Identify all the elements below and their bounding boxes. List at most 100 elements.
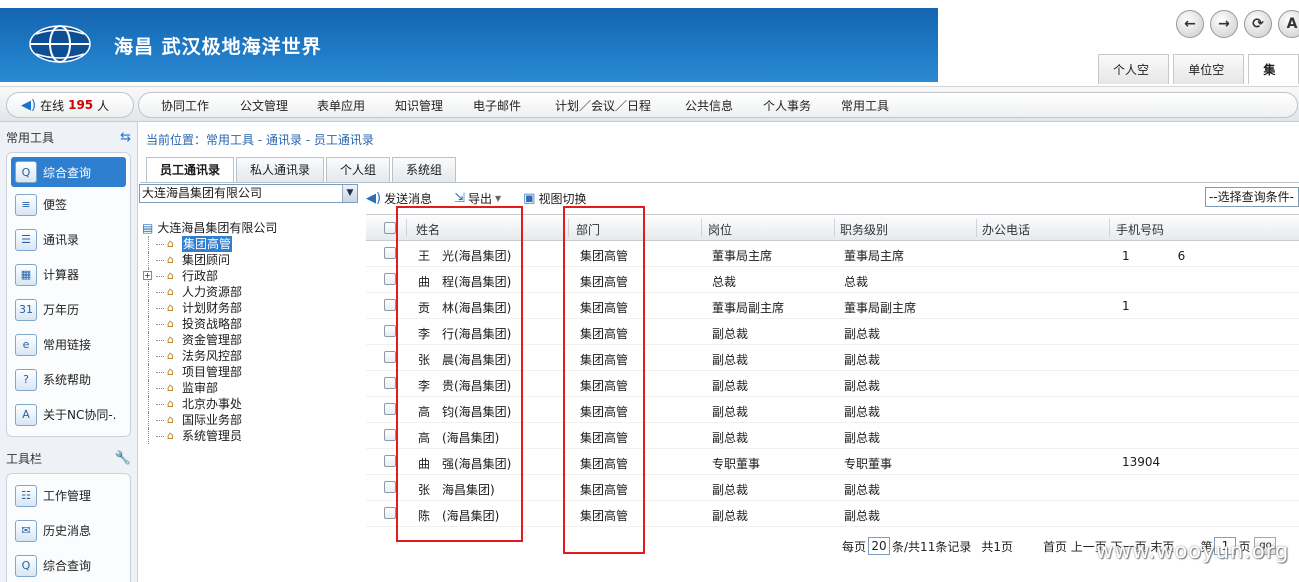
- cell-level: 副总裁: [844, 353, 881, 367]
- row-checkbox[interactable]: [384, 481, 396, 493]
- toolbar-title: 工具栏: [6, 451, 43, 466]
- menu-email[interactable]: 电子邮件: [473, 97, 555, 114]
- refresh-icon[interactable]: ⟳: [1244, 10, 1272, 38]
- banner: 海昌 武汉极地海洋世界: [0, 8, 938, 82]
- menu-collab[interactable]: 协同工作: [161, 97, 240, 114]
- col-post[interactable]: 岗位: [708, 221, 732, 238]
- tab-system-group[interactable]: 系统组: [392, 157, 457, 183]
- menu-knowledge[interactable]: 知识管理: [395, 97, 473, 114]
- tree-node[interactable]: ⌂ 法务风控部: [142, 348, 277, 364]
- switch-view-button[interactable]: ▣ 视图切换: [523, 190, 586, 207]
- query-condition-select[interactable]: --选择查询条件--: [1205, 187, 1299, 222]
- query-icon: Q: [15, 161, 37, 183]
- header: 海昌 武汉极地海洋世界 ← → ⟳ A 个人空间 单位空间 集团: [0, 0, 1299, 107]
- folder-icon: ⌂: [167, 365, 174, 378]
- forward-icon[interactable]: →: [1210, 10, 1238, 38]
- tab-group-space[interactable]: 集团: [1248, 54, 1299, 107]
- menu-personal[interactable]: 个人事务: [763, 97, 841, 114]
- row-checkbox[interactable]: [384, 325, 396, 337]
- tree-node[interactable]: ⌂ 监审部: [142, 380, 277, 396]
- col-mobile[interactable]: 手机号码: [1116, 221, 1164, 238]
- expand-icon[interactable]: +: [143, 271, 152, 280]
- sidebar-item-label: 工作管理: [43, 489, 92, 503]
- cell-post: 副总裁: [712, 509, 749, 523]
- menu-public[interactable]: 公共信息: [685, 97, 763, 114]
- cell-level: 董事局主席: [844, 249, 905, 263]
- row-checkbox[interactable]: [384, 429, 396, 441]
- tab-employee[interactable]: 员工通讯录: [146, 157, 235, 183]
- tree-root[interactable]: ▤ 大连海昌集团有限公司: [142, 220, 277, 236]
- tree-node[interactable]: ⌂ 集团顾问: [142, 252, 277, 268]
- sidebar-item-history[interactable]: ✉ 历史消息: [7, 513, 130, 548]
- tree-node[interactable]: ⌂ 计划财务部: [142, 300, 277, 316]
- sidebar-item-about[interactable]: A 关于NC协同-.: [7, 397, 130, 432]
- row-checkbox[interactable]: [384, 403, 396, 415]
- online-suffix: 人: [97, 98, 110, 113]
- sidebar-item-note[interactable]: ≡ 便签: [7, 187, 130, 222]
- tree-node[interactable]: ⌂ 资金管理部: [142, 332, 277, 348]
- sidebar-item-label: 万年历: [43, 303, 80, 317]
- font-icon[interactable]: A: [1278, 10, 1299, 38]
- col-office-phone[interactable]: 办公电话: [982, 221, 1030, 238]
- cell-level: 副总裁: [844, 431, 881, 445]
- sidebar-item-addressbook[interactable]: ☰ 通讯录: [7, 222, 130, 257]
- row-checkbox[interactable]: [384, 507, 396, 519]
- send-message-button[interactable]: ◀) 发送消息: [366, 190, 432, 207]
- sidebar-item-query2[interactable]: Q 综合查询: [7, 548, 130, 582]
- chevron-down-icon[interactable]: ▼: [342, 185, 357, 202]
- select-all-checkbox[interactable]: [384, 222, 396, 234]
- speaker-icon: ◀): [366, 190, 382, 206]
- cell-post: 副总裁: [712, 353, 749, 367]
- row-checkbox[interactable]: [384, 247, 396, 259]
- swap-icon[interactable]: ⇆: [120, 130, 131, 145]
- org-select[interactable]: 大连海昌集团有限公司 ▼: [139, 184, 358, 203]
- sidebar-item-label: 综合查询: [43, 559, 92, 573]
- tree-node[interactable]: ⌂ 系统管理员: [142, 428, 277, 444]
- row-checkbox[interactable]: [384, 377, 396, 389]
- cell-post: 副总裁: [712, 431, 749, 445]
- menu-form[interactable]: 表单应用: [317, 97, 395, 114]
- tab-personal-space[interactable]: 个人空间: [1098, 54, 1170, 107]
- menu-plan[interactable]: 计划／会议／日程: [555, 97, 685, 114]
- menu-doc[interactable]: 公文管理: [240, 97, 317, 114]
- row-checkbox[interactable]: [384, 299, 396, 311]
- cell-level: 副总裁: [844, 405, 881, 419]
- sidebar-item-calendar[interactable]: 31 万年历: [7, 292, 130, 327]
- tab-personal-group[interactable]: 个人组: [326, 157, 391, 183]
- sidebar-item-help[interactable]: ? 系统帮助: [7, 362, 130, 397]
- tree-node[interactable]: ⌂ 国际业务部: [142, 412, 277, 428]
- tree-node[interactable]: ⌂ 投资战略部: [142, 316, 277, 332]
- wrench-icon[interactable]: 🔧: [115, 451, 131, 466]
- sidebar-item-label: 常用链接: [43, 338, 92, 352]
- toolbar-header: 工具栏 🔧: [0, 443, 137, 473]
- sidebar-item-calculator[interactable]: ▦ 计算器: [7, 257, 130, 292]
- tree-node[interactable]: + ⌂ 行政部: [142, 268, 277, 284]
- main-menu: 协同工作 公文管理 表单应用 知识管理 电子邮件 计划／会议／日程 公共信息 个…: [138, 92, 1298, 118]
- col-level[interactable]: 职务级别: [840, 221, 888, 238]
- chevron-down-icon: ▼: [495, 193, 502, 203]
- tree-node[interactable]: ⌂ 北京办事处: [142, 396, 277, 412]
- sidebar-item-work[interactable]: ☷ 工作管理: [7, 478, 130, 513]
- column-separator: [834, 219, 835, 237]
- row-checkbox[interactable]: [384, 455, 396, 467]
- online-users[interactable]: ◀) 在线 195 人: [6, 92, 134, 118]
- left-sidebar: 常用工具 ⇆ Q 综合查询 ≡ 便签 ☰ 通讯录 ▦ 计算器 31 万年历 e …: [0, 122, 138, 582]
- menu-tools[interactable]: 常用工具: [841, 97, 919, 114]
- highlight-name-column: [396, 206, 523, 542]
- sidebar-item-query[interactable]: Q 综合查询: [11, 157, 126, 187]
- row-checkbox[interactable]: [384, 351, 396, 363]
- tree-node[interactable]: ⌂ 集团高管: [142, 236, 277, 252]
- back-icon[interactable]: ←: [1176, 10, 1204, 38]
- breadcrumb: 当前位置：常用工具 - 通讯录 - 员工通讯录: [146, 133, 374, 147]
- per-page-input[interactable]: 20: [868, 537, 891, 555]
- sidebar-item-links[interactable]: e 常用链接: [7, 327, 130, 362]
- folder-icon: ⌂: [167, 397, 174, 410]
- speaker-icon: ◀): [21, 97, 37, 113]
- tab-private[interactable]: 私人通讯录: [236, 157, 325, 183]
- folder-icon: ⌂: [167, 413, 174, 426]
- tree-node[interactable]: ⌂ 项目管理部: [142, 364, 277, 380]
- tree-node[interactable]: ⌂ 人力资源部: [142, 284, 277, 300]
- row-checkbox[interactable]: [384, 273, 396, 285]
- tab-unit-space[interactable]: 单位空间: [1173, 54, 1245, 107]
- export-button[interactable]: ⇲ 导出 ▼: [454, 190, 501, 207]
